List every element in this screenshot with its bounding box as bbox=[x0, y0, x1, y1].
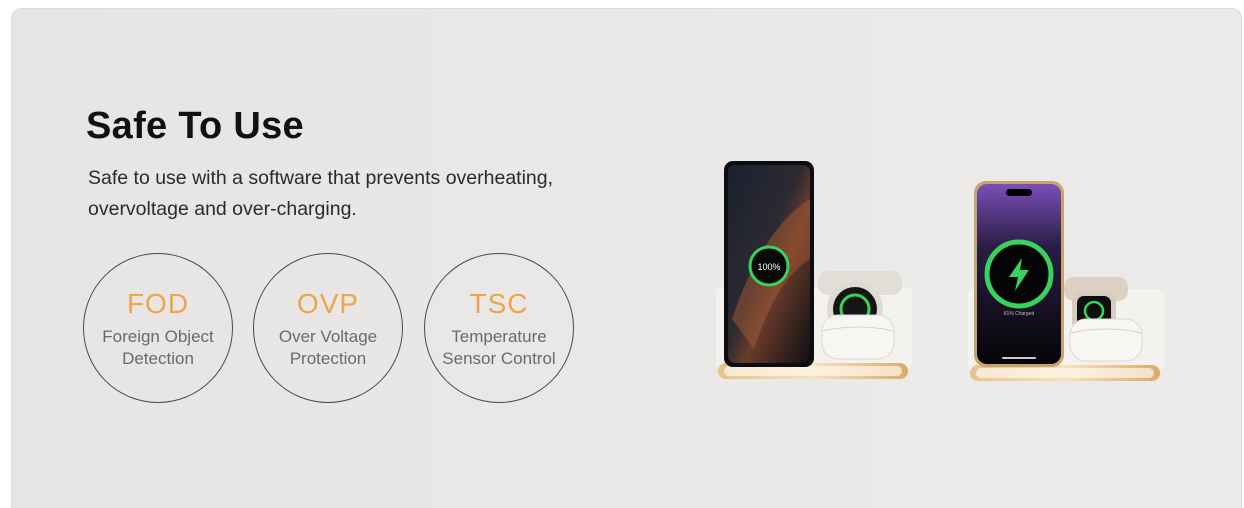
feature-label-line-2: Detection bbox=[122, 349, 194, 368]
feature-badge-ovp: OVP Over Voltage Protection bbox=[253, 253, 403, 403]
safe-to-use-banner: Safe To Use Safe to use with a software … bbox=[11, 8, 1242, 508]
description-line-2: overvoltage and over-charging. bbox=[88, 198, 357, 220]
feature-badge-fod: FOD Foreign Object Detection bbox=[83, 253, 233, 403]
section-description: Safe to use with a software that prevent… bbox=[88, 163, 648, 225]
feature-label-line-2: Protection bbox=[289, 349, 367, 368]
right-earbuds-case bbox=[1069, 318, 1143, 362]
feature-abbr: FOD bbox=[126, 288, 190, 319]
feature-label: Temperature Sensor Control bbox=[425, 326, 573, 370]
product-illustration: 100% 61% Charged bbox=[716, 161, 1164, 381]
feature-label-line-2: Sensor Control bbox=[442, 349, 556, 368]
description-line-1: Safe to use with a software that prevent… bbox=[88, 167, 554, 189]
feature-label: Foreign Object Detection bbox=[84, 326, 232, 370]
left-charging-station: 100% bbox=[716, 161, 912, 379]
feature-label-line-1: Temperature bbox=[451, 327, 547, 346]
feature-abbr: TSC bbox=[469, 288, 529, 319]
right-charging-station: 61% Charged bbox=[968, 181, 1164, 381]
section-title: Safe To Use bbox=[86, 105, 304, 147]
right-phone-charge-status: 61% Charged bbox=[1004, 311, 1035, 317]
left-phone-charge-percent: 100% bbox=[757, 262, 780, 272]
feature-badge-tsc: TSC Temperature Sensor Control bbox=[424, 253, 574, 403]
feature-label-line-1: Foreign Object bbox=[102, 327, 214, 346]
feature-abbr: OVP bbox=[296, 288, 360, 319]
feature-label: Over Voltage Protection bbox=[254, 326, 402, 370]
feature-label-line-1: Over Voltage bbox=[278, 327, 378, 346]
left-earbuds-case bbox=[821, 314, 895, 360]
